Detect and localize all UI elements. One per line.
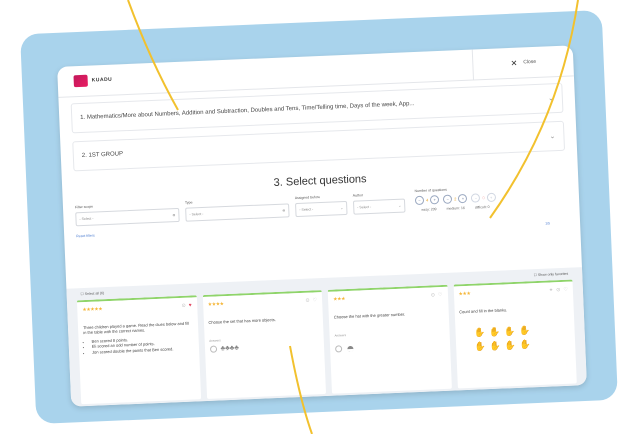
difficulty-stars: ★★★★★ bbox=[82, 306, 103, 314]
close-label: Close bbox=[523, 58, 537, 66]
link-icon[interactable]: ⚭ bbox=[549, 287, 553, 293]
easy-stepper[interactable]: − 4 + bbox=[414, 195, 440, 206]
minus-icon[interactable]: − bbox=[471, 193, 481, 203]
hand-icon: ✋ bbox=[503, 326, 516, 337]
number-of-questions: Number of questions − 4 + − 2 + − 0 + ea… bbox=[415, 186, 497, 212]
answer-radio[interactable] bbox=[335, 345, 343, 353]
close-button[interactable]: ✕ Close bbox=[471, 45, 574, 80]
select-all-label: Select all (6) bbox=[84, 291, 105, 296]
difficulty-stars: ★★★★ bbox=[207, 301, 224, 308]
question-card[interactable]: ★★★★★ ⊙ ♥ Three children played a game. R… bbox=[76, 295, 201, 405]
difficult-count: 0 bbox=[482, 195, 485, 201]
type-select[interactable]: - Select - ⊗ bbox=[185, 203, 290, 222]
filter-scope-value: - Select - bbox=[79, 216, 94, 222]
author-select[interactable]: - Select - ⌄ bbox=[352, 198, 406, 215]
heart-outline-icon[interactable]: ♡ bbox=[563, 287, 568, 293]
easy-count: 4 bbox=[425, 197, 429, 203]
difficult-stepper[interactable]: − 0 + bbox=[471, 192, 496, 203]
questions-area: ☐ Select all (6) ☐ Show only favorites ★… bbox=[66, 267, 587, 407]
assigned-before-label: Assigned before bbox=[294, 195, 321, 201]
info-icon[interactable]: ⊙ bbox=[181, 303, 185, 309]
easy-label: easy: 209 bbox=[421, 207, 437, 212]
filter-scope-select[interactable]: - Select - ⊗ bbox=[75, 207, 180, 227]
info-icon[interactable]: ⊙ bbox=[556, 287, 560, 293]
assigned-before-select[interactable]: - Select - ⌄ bbox=[295, 200, 348, 218]
minus-icon[interactable]: − bbox=[414, 195, 425, 206]
question-text: Count and fill in the blanks. bbox=[459, 307, 508, 315]
accordion-label: 2. 1ST GROUP bbox=[81, 151, 124, 159]
answer-radio[interactable] bbox=[209, 345, 217, 354]
question-counter: 1/5 bbox=[545, 221, 551, 226]
hand-icon: ✋ bbox=[488, 327, 501, 338]
hand-icon: ✋ bbox=[518, 325, 531, 337]
hand-icon: ✋ bbox=[474, 341, 487, 353]
question-card[interactable]: ★★★★ ⊙ ♡ Choose the set that has more obj… bbox=[202, 290, 327, 399]
author-value: - Select - bbox=[357, 204, 372, 210]
medium-stepper[interactable]: − 2 + bbox=[443, 193, 468, 204]
accordion-label: 1. Mathematics/More about Numbers, Addit… bbox=[80, 101, 415, 122]
clear-icon: ⊗ bbox=[282, 208, 286, 213]
plus-icon[interactable]: + bbox=[458, 193, 468, 204]
answer-image: ♣♣♣♣ bbox=[220, 344, 240, 353]
medium-label: medium: 16 bbox=[446, 206, 465, 211]
chevron-down-icon: ⌄ bbox=[549, 133, 556, 141]
type-value: - Select - bbox=[189, 211, 204, 217]
hand-icon: ✋ bbox=[489, 341, 502, 352]
plus-icon[interactable]: + bbox=[430, 195, 440, 205]
question-text: Choose the set that has more objects. bbox=[208, 317, 276, 325]
difficulty-stars: ★★★ bbox=[332, 296, 346, 303]
chevron-down-icon: ⌄ bbox=[340, 206, 344, 211]
hand-icon: ✋ bbox=[504, 340, 517, 351]
close-icon: ✕ bbox=[510, 58, 518, 68]
question-card[interactable]: ★★★ ⚭ ⊙ ♡ Count and fill in the blanks. ✋ … bbox=[453, 279, 577, 389]
info-icon[interactable]: ⊙ bbox=[305, 298, 309, 304]
heart-icon[interactable]: ♥ bbox=[189, 303, 192, 309]
logo-icon bbox=[73, 74, 88, 88]
hands-image: ✋ ✋ ✋ ✋ ✋ ✋ ✋ ✋ bbox=[474, 324, 570, 353]
brand-name: KUADU bbox=[91, 76, 113, 84]
number-of-questions-label: Number of questions bbox=[414, 187, 447, 194]
chevron-down-icon: ⌄ bbox=[398, 203, 402, 208]
author-label: Author bbox=[352, 193, 364, 198]
hand-icon: ✋ bbox=[473, 327, 486, 339]
assigned-before-value: - Select - bbox=[299, 207, 314, 212]
app-window: KUADU ✕ Close 1. Mathematics/More about … bbox=[57, 45, 587, 407]
heart-outline-icon[interactable]: ♡ bbox=[312, 297, 317, 303]
hat-image: ◓ bbox=[345, 340, 355, 357]
minus-icon[interactable]: − bbox=[443, 194, 453, 204]
question-card[interactable]: ★★★ ⊙ ♡ Choose the hat with the greater n… bbox=[327, 284, 452, 394]
info-icon[interactable]: ⊙ bbox=[431, 292, 435, 298]
heart-outline-icon[interactable]: ♡ bbox=[438, 292, 443, 298]
hand-icon: ✋ bbox=[519, 339, 532, 351]
medium-count: 2 bbox=[454, 196, 457, 202]
plus-icon[interactable]: + bbox=[486, 192, 496, 203]
difficulty-stars: ★★★ bbox=[458, 290, 471, 298]
clear-icon: ⊗ bbox=[172, 213, 176, 218]
chevron-down-icon: ⌄ bbox=[547, 95, 555, 103]
difficult-label: difficult: 0 bbox=[474, 204, 490, 210]
question-text: Choose the hat with the greater number. bbox=[333, 311, 406, 320]
question-text: Three children played a game. Read the c… bbox=[82, 320, 190, 336]
